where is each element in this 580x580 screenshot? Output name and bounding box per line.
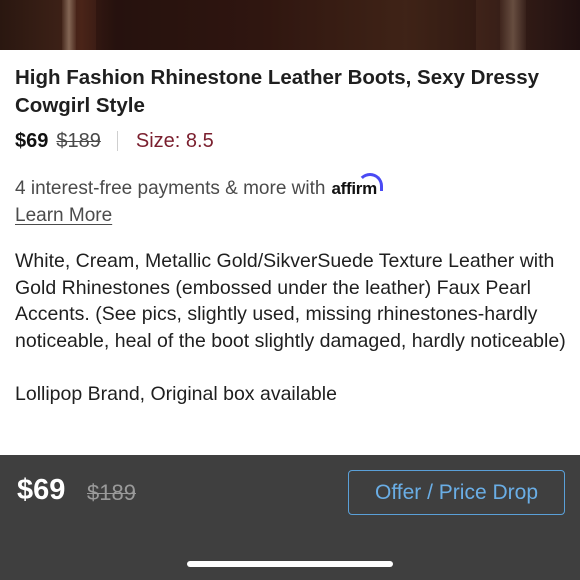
listing-title: High Fashion Rhinestone Leather Boots, S… <box>15 66 540 117</box>
price-divider <box>116 131 118 151</box>
listing-description: White, Cream, Metallic Gold/SikverSuede … <box>15 250 566 405</box>
listing-price: $69 <box>15 129 49 152</box>
bottom-original-price: $189 <box>87 480 136 505</box>
product-photo[interactable] <box>0 0 580 50</box>
bottom-price: $69 <box>17 474 66 506</box>
affirm-logo: affirm <box>331 173 383 199</box>
price-row: $69 $189 Size: 8.5 <box>15 127 214 155</box>
home-indicator[interactable] <box>187 561 393 567</box>
photo-highlight <box>500 0 526 50</box>
photo-highlight <box>62 0 76 50</box>
bottom-action-bar: $69 $189 Offer / Price Drop <box>0 455 580 580</box>
offer-price-drop-button[interactable]: Offer / Price Drop <box>348 470 565 515</box>
affirm-arc-icon <box>356 173 383 191</box>
affirm-text: 4 interest-free payments & more with <box>15 178 326 199</box>
size-label: Size: 8.5 <box>135 129 214 152</box>
listing-original-price: $189 <box>56 129 101 152</box>
affirm-financing: 4 interest-free payments & more with aff… <box>15 173 575 200</box>
learn-more-link[interactable]: Learn More <box>15 205 112 227</box>
photo-shadow <box>96 0 476 50</box>
